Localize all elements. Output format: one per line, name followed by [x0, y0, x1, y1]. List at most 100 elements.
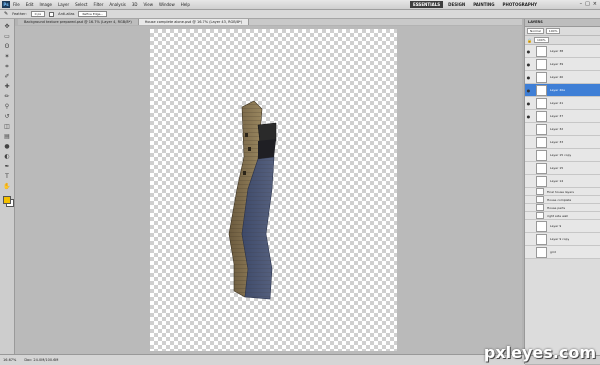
foreground-color-swatch[interactable]: [3, 196, 11, 204]
dodge-tool-icon[interactable]: ◐: [3, 153, 11, 161]
layer-row[interactable]: House parts: [525, 204, 600, 212]
history-brush-tool-icon[interactable]: ↺: [3, 113, 11, 121]
menu-filter[interactable]: Filter: [93, 2, 103, 7]
clone-stamp-tool-icon[interactable]: ⚲: [3, 103, 11, 111]
visibility-eye-icon[interactable]: ●: [525, 88, 532, 93]
layer-row[interactable]: Layer 15: [525, 162, 600, 175]
layer-row[interactable]: ● Layer 41: [525, 97, 600, 110]
workspace-photography[interactable]: PHOTOGRAPHY: [500, 1, 540, 8]
workspace-design[interactable]: DESIGN: [445, 1, 468, 8]
quick-select-tool-icon[interactable]: ✶: [3, 53, 11, 61]
house-artwork: [228, 100, 277, 300]
layer-thumbnail: [536, 162, 547, 174]
layer-row[interactable]: ● Layer 40a: [525, 84, 600, 97]
workspace-essentials[interactable]: ESSENTIALS: [410, 1, 444, 8]
layer-name: Layer 15: [550, 166, 564, 170]
menu-image[interactable]: Image: [39, 2, 52, 7]
opacity-input[interactable]: 100%: [545, 28, 561, 34]
layer-name: Layer 38: [550, 49, 564, 53]
menu-layer[interactable]: Layer: [58, 2, 69, 7]
gradient-tool-icon[interactable]: ▤: [3, 133, 11, 141]
canvas[interactable]: [150, 29, 397, 351]
layer-thumbnail: [536, 196, 544, 203]
doc-size: Doc: 24.0M/100.6M: [24, 358, 59, 362]
refine-edge-button[interactable]: Refine Edge...: [78, 11, 108, 17]
layer-row[interactable]: Layer 14: [525, 175, 600, 188]
eyedropper-tool-icon[interactable]: ✐: [3, 73, 11, 81]
layer-name: Layer 40: [550, 75, 564, 79]
crop-tool-icon[interactable]: ⌗: [3, 63, 11, 71]
layer-thumbnail: [536, 233, 547, 245]
layer-row[interactable]: ● Layer 40: [525, 71, 600, 84]
lock-icon[interactable]: 🔒: [527, 38, 532, 43]
tab-background-texture[interactable]: Background texture prepared.psd @ 16.7% …: [18, 19, 139, 25]
layer-thumbnail: [536, 212, 544, 219]
watermark: pxleyes.com: [483, 343, 596, 362]
layer-name: right side wall: [547, 213, 569, 218]
workspace-painting[interactable]: PAINTING: [470, 1, 497, 8]
eraser-tool-icon[interactable]: ◫: [3, 123, 11, 131]
pen-tool-icon[interactable]: ✒: [3, 163, 11, 171]
menu-3d[interactable]: 3D: [132, 2, 138, 7]
layer-row[interactable]: Layer 9: [525, 220, 600, 233]
layer-thumbnail: [536, 97, 547, 109]
layer-name: Layer 15 copy: [550, 153, 572, 157]
layer-row[interactable]: right side wall: [525, 212, 600, 220]
layer-row[interactable]: ● Layer 38: [525, 45, 600, 58]
menu-bar: Ps File Edit Image Layer Select Filter A…: [0, 0, 600, 10]
tab-house-complete[interactable]: House complete alone.psd @ 16.7% (Layer …: [138, 19, 250, 25]
layer-thumbnail: [536, 149, 547, 161]
hand-tool-icon[interactable]: ✋: [3, 183, 11, 191]
menu-select[interactable]: Select: [75, 2, 87, 7]
move-tool-icon[interactable]: ✥: [3, 23, 11, 31]
antialias-checkbox[interactable]: [49, 11, 55, 17]
menu-analysis[interactable]: Analysis: [109, 2, 125, 7]
menu-window[interactable]: Window: [159, 2, 175, 7]
layer-row[interactable]: ● Layer 37: [525, 110, 600, 123]
menu-help[interactable]: Help: [181, 2, 190, 7]
layer-row[interactable]: Final house layers: [525, 188, 600, 196]
layer-row[interactable]: ● Layer 39: [525, 58, 600, 71]
layers-panel-title[interactable]: LAYERS: [525, 19, 600, 27]
layer-row[interactable]: grid: [525, 246, 600, 259]
visibility-eye-icon[interactable]: ●: [525, 49, 532, 54]
layer-name: Layer 32: [550, 127, 564, 131]
layer-row[interactable]: Layer 33: [525, 136, 600, 149]
visibility-eye-icon[interactable]: ●: [525, 114, 532, 119]
menu-view[interactable]: View: [144, 2, 154, 7]
visibility-eye-icon[interactable]: ●: [525, 62, 532, 67]
visibility-eye-icon[interactable]: ●: [525, 75, 532, 80]
zoom-level[interactable]: 16.67%: [3, 358, 16, 362]
layers-list: ● Layer 38 ● Layer 39 ● Layer 40 ● Layer 40a ● La…: [525, 45, 600, 259]
healing-tool-icon[interactable]: ✚: [3, 83, 11, 91]
blend-mode-select[interactable]: Normal: [527, 28, 544, 34]
fill-input[interactable]: 100%: [533, 37, 549, 43]
layer-row[interactable]: House complete: [525, 196, 600, 204]
layer-row[interactable]: Layer 9 copy: [525, 233, 600, 246]
layer-name: Final house layers: [547, 189, 574, 194]
maximize-button[interactable]: □: [585, 1, 590, 7]
layers-panel-lock-row: 🔒 100%: [525, 36, 600, 45]
layers-panel: LAYERS Normal 100% 🔒 100% ● Layer 38 ● Laye…: [524, 19, 600, 364]
layers-panel-controls: Normal 100%: [525, 27, 600, 36]
layer-row[interactable]: Layer 15 copy: [525, 149, 600, 162]
type-tool-icon[interactable]: T: [3, 173, 11, 181]
layer-thumbnail: [536, 188, 544, 195]
minimize-button[interactable]: –: [580, 1, 583, 7]
visibility-eye-icon[interactable]: ●: [525, 101, 532, 106]
tools-panel: ✥ ▭ ʘ ✶ ⌗ ✐ ✚ ✏ ⚲ ↺ ◫ ▤ ● ◐ ✒ T ✋: [0, 19, 15, 359]
layer-row[interactable]: Layer 32: [525, 123, 600, 136]
workspace-switcher: ESSENTIALS DESIGN PAINTING PHOTOGRAPHY: [410, 1, 540, 8]
feather-input[interactable]: 0 px: [30, 11, 46, 17]
layer-name: Layer 9 copy: [550, 237, 570, 241]
lasso-tool-icon[interactable]: ✎: [4, 11, 8, 17]
menu-file[interactable]: File: [13, 2, 20, 7]
layer-thumbnail: [536, 110, 547, 122]
lasso-tool-icon[interactable]: ʘ: [3, 43, 11, 51]
menu-edit[interactable]: Edit: [26, 2, 34, 7]
status-bar: 16.67% Doc: 24.0M/100.6M: [0, 354, 525, 365]
brush-tool-icon[interactable]: ✏: [3, 93, 11, 101]
close-button[interactable]: ×: [593, 1, 597, 7]
marquee-tool-icon[interactable]: ▭: [3, 33, 11, 41]
blur-tool-icon[interactable]: ●: [3, 143, 11, 151]
